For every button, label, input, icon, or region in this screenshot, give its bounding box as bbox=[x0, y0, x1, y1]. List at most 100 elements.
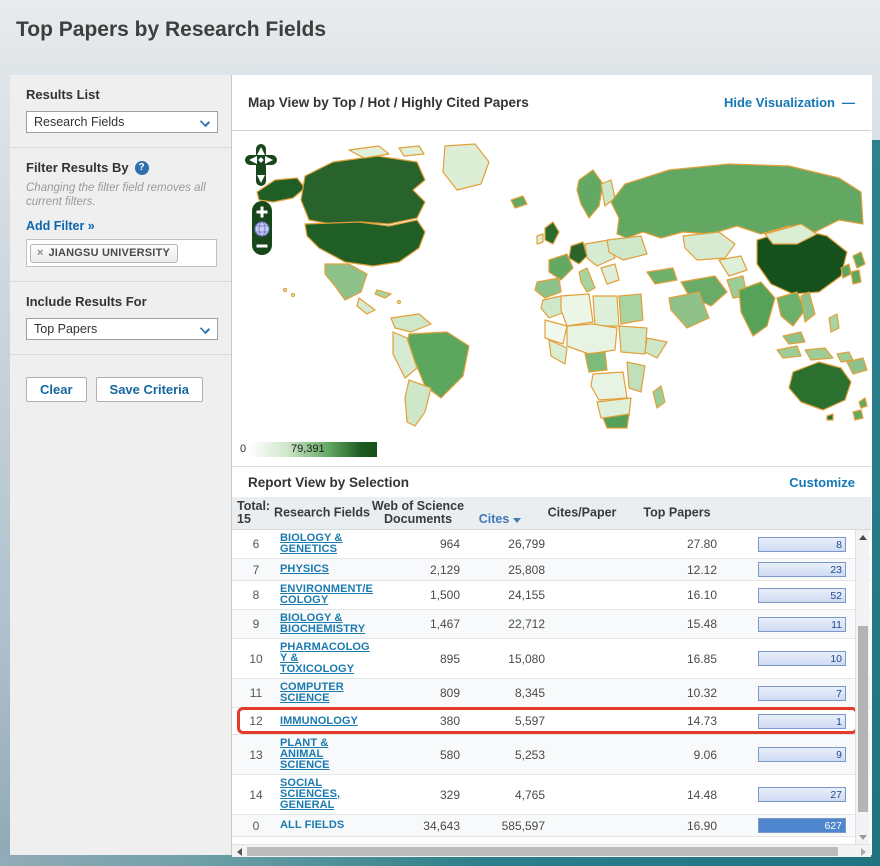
table-row[interactable]: 9 BIOLOGY & BIOCHEMISTRY 1,467 22,712 15… bbox=[232, 610, 871, 639]
research-field-link[interactable]: PHYSICS bbox=[280, 564, 412, 575]
help-icon[interactable]: ? bbox=[135, 161, 149, 175]
column-header-cites[interactable]: Cites bbox=[460, 500, 540, 526]
globe-icon bbox=[255, 222, 269, 236]
pan-control[interactable] bbox=[244, 143, 278, 187]
top-papers-bar[interactable]: 11 bbox=[758, 617, 846, 632]
rank-number: 11 bbox=[232, 686, 280, 700]
scroll-left-arrow[interactable] bbox=[234, 845, 246, 857]
wos-documents-value: 1,467 bbox=[412, 617, 460, 631]
research-field-link[interactable]: PLANT & ANIMAL SCIENCE bbox=[280, 738, 412, 771]
table-row[interactable]: 6 BIOLOGY & GENETICS 964 26,799 27.80 8 bbox=[232, 530, 871, 559]
cites-per-paper-value: 16.85 bbox=[545, 652, 717, 666]
add-filter-link[interactable]: Add Filter » bbox=[26, 219, 95, 233]
cites-value: 22,712 bbox=[460, 617, 545, 631]
world-map[interactable] bbox=[249, 140, 869, 430]
chevron-down-icon bbox=[200, 117, 210, 127]
research-field-link[interactable]: SOCIAL SCIENCES, GENERAL bbox=[280, 778, 412, 811]
vertical-scroll-thumb[interactable] bbox=[858, 626, 868, 812]
table-row[interactable]: 0 ALL FIELDS 34,643 585,597 16.90 627 bbox=[232, 815, 871, 837]
vertical-scrollbar[interactable] bbox=[855, 530, 869, 844]
research-field-link[interactable]: PHARMACOLOG Y & TOXICOLOGY bbox=[280, 642, 412, 675]
table-row[interactable]: 13 PLANT & ANIMAL SCIENCE 580 5,253 9.06… bbox=[232, 735, 871, 775]
top-papers-bar[interactable]: 27 bbox=[758, 787, 846, 802]
scroll-right-arrow[interactable] bbox=[857, 845, 869, 857]
top-papers-bar[interactable]: 8 bbox=[758, 537, 846, 552]
table-row[interactable]: 10 PHARMACOLOG Y & TOXICOLOGY 895 15,080… bbox=[232, 639, 871, 679]
wos-documents-value: 964 bbox=[412, 537, 460, 551]
horizontal-scrollbar[interactable] bbox=[232, 844, 871, 857]
cites-per-paper-value: 10.32 bbox=[545, 686, 717, 700]
actions-section: Clear Save Criteria bbox=[10, 355, 231, 416]
top-papers-bar[interactable]: 1 bbox=[758, 714, 846, 729]
rank-number: 9 bbox=[232, 617, 280, 631]
map-view-title: Map View by Top / Hot / Highly Cited Pap… bbox=[248, 95, 529, 110]
page-edge-strip bbox=[872, 140, 880, 866]
scroll-up-arrow[interactable] bbox=[856, 530, 870, 544]
map-controls bbox=[244, 143, 284, 256]
filter-note: Changing the filter field removes all cu… bbox=[26, 181, 217, 209]
cites-sort-label: Cites bbox=[479, 512, 510, 526]
customize-link[interactable]: Customize bbox=[789, 475, 855, 490]
save-criteria-button[interactable]: Save Criteria bbox=[96, 377, 204, 402]
results-list-section: Results List Research Fields bbox=[10, 75, 231, 148]
cites-per-paper-value: 9.06 bbox=[545, 748, 717, 762]
rank-number: 8 bbox=[232, 588, 280, 602]
table-row[interactable]: 7 PHYSICS 2,129 25,808 12.12 23 bbox=[232, 559, 871, 581]
top-papers-bar[interactable]: 9 bbox=[758, 747, 846, 762]
research-field-link[interactable]: IMMUNOLOGY bbox=[280, 716, 412, 727]
table-row[interactable]: 11 COMPUTER SCIENCE 809 8,345 10.32 7 bbox=[232, 679, 871, 708]
top-papers-value: 627 bbox=[824, 820, 842, 832]
research-field-link[interactable]: COMPUTER SCIENCE bbox=[280, 682, 412, 704]
horizontal-scroll-thumb[interactable] bbox=[247, 847, 838, 856]
research-field-link[interactable]: BIOLOGY & GENETICS bbox=[280, 533, 412, 555]
cites-per-paper-value: 27.80 bbox=[545, 537, 717, 551]
column-header-research-fields[interactable]: Research Fields bbox=[272, 507, 372, 520]
column-header-top-papers[interactable]: Top Papers bbox=[627, 507, 727, 520]
map-area: 0 79,391 bbox=[232, 131, 871, 466]
filter-tag-label: JIANGSU UNIVERSITY bbox=[48, 247, 170, 259]
map-view-header: Map View by Top / Hot / Highly Cited Pap… bbox=[232, 75, 871, 131]
results-list-select[interactable]: Research Fields bbox=[26, 111, 218, 133]
cites-value: 4,765 bbox=[460, 788, 545, 802]
cites-per-paper-value: 16.90 bbox=[545, 819, 717, 833]
cites-value: 5,597 bbox=[460, 714, 545, 728]
include-results-select[interactable]: Top Papers bbox=[26, 318, 218, 340]
page-title: Top Papers by Research Fields bbox=[16, 18, 326, 42]
rank-number: 7 bbox=[232, 563, 280, 577]
zoom-control[interactable] bbox=[251, 200, 273, 256]
top-papers-bar[interactable]: 23 bbox=[758, 562, 846, 577]
rank-number: 10 bbox=[232, 652, 280, 666]
table-row[interactable]: 12 IMMUNOLOGY 380 5,597 14.73 1 bbox=[232, 708, 871, 735]
remove-filter-icon[interactable]: × bbox=[37, 247, 43, 259]
top-papers-bar[interactable]: 7 bbox=[758, 686, 846, 701]
include-results-section: Include Results For Top Papers bbox=[10, 282, 231, 355]
top-papers-bar[interactable]: 627 bbox=[758, 818, 846, 833]
legend-min-label: 0 bbox=[240, 443, 246, 455]
cites-value: 15,080 bbox=[460, 652, 545, 666]
research-field-link[interactable]: ALL FIELDS bbox=[280, 820, 412, 831]
hide-visualization-link[interactable]: Hide Visualization — bbox=[724, 95, 855, 110]
scroll-down-arrow[interactable] bbox=[856, 830, 870, 844]
table-row[interactable]: 14 SOCIAL SCIENCES, GENERAL 329 4,765 14… bbox=[232, 775, 871, 815]
clear-button[interactable]: Clear bbox=[26, 377, 87, 402]
wos-documents-value: 34,643 bbox=[412, 819, 460, 833]
top-papers-value: 9 bbox=[836, 749, 842, 761]
hide-visualization-label: Hide Visualization bbox=[724, 95, 835, 110]
top-papers-bar[interactable]: 10 bbox=[758, 651, 846, 666]
table-row[interactable]: 8 ENVIRONMENT/E COLOGY 1,500 24,155 16.1… bbox=[232, 581, 871, 610]
map-legend: 0 79,391 bbox=[249, 442, 377, 457]
top-papers-bar[interactable]: 52 bbox=[758, 588, 846, 603]
include-results-label: Include Results For bbox=[26, 294, 217, 309]
rank-number: 13 bbox=[232, 748, 280, 762]
report-view-title: Report View by Selection bbox=[248, 475, 409, 490]
cites-per-paper-value: 14.48 bbox=[545, 788, 717, 802]
content-panel: Results List Research Fields Filter Resu… bbox=[10, 75, 872, 855]
sort-desc-icon bbox=[513, 518, 521, 523]
cites-value: 5,253 bbox=[460, 748, 545, 762]
filter-section: Filter Results By ? Changing the filter … bbox=[10, 148, 231, 282]
results-list-label: Results List bbox=[26, 87, 217, 102]
research-field-link[interactable]: ENVIRONMENT/E COLOGY bbox=[280, 584, 412, 606]
research-field-link[interactable]: BIOLOGY & BIOCHEMISTRY bbox=[280, 613, 412, 635]
column-header-cites-per-paper[interactable]: Cites/Paper bbox=[532, 507, 632, 520]
top-papers-value: 8 bbox=[836, 539, 842, 551]
